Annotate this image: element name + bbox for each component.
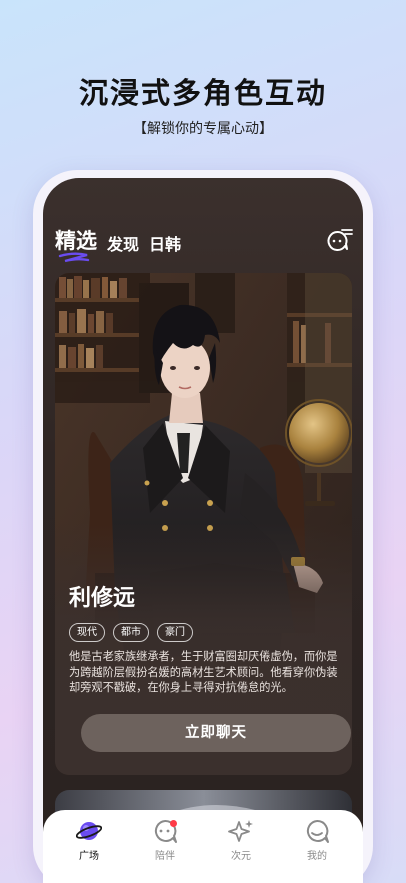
bottom-nav: 广场 陪伴 次元 我的 [43,810,363,883]
chat-list-icon[interactable] [325,226,353,252]
nav-label-companion: 陪伴 [155,851,175,862]
tag-item: 现代 [69,623,105,642]
planet-icon [76,822,102,840]
tab-jk[interactable]: 日韩 [149,231,181,255]
nav-label-mine: 我的 [307,851,327,862]
nav-companion[interactable]: 陪伴 [135,818,195,862]
active-tab-underline [58,252,90,263]
nav-dimension[interactable]: 次元 [211,818,271,862]
nav-label-square: 广场 [79,851,99,862]
nav-mine[interactable]: 我的 [287,818,347,862]
start-chat-button[interactable]: 立即聊天 [81,714,351,752]
tag-list: 现代 都市 豪门 [69,623,193,642]
unread-badge [170,820,177,827]
nav-label-dimension: 次元 [231,851,251,862]
sparkle-icon [228,820,253,842]
nav-square[interactable]: 广场 [59,818,119,862]
tab-featured[interactable]: 精选 [55,225,97,255]
top-bar: 精选 发现 日韩 [43,178,363,268]
tab-discover[interactable]: 发现 [107,231,139,255]
face-icon [306,819,329,843]
character-card[interactable]: 利修远 现代 都市 豪门 他是古老家族继承者，生于财富圈却厌倦虚伪，而你是为跨越… [55,273,352,775]
app-screen: 精选 发现 日韩 利修远 现代 都市 豪门 他是古老家族继承者，生于财富圈却厌倦… [43,178,363,883]
tag-item: 豪门 [157,623,193,642]
promo-headline: 沉浸式多角色互动 [78,76,327,110]
character-description: 他是古老家族继承者，生于财富圈却厌倦虚伪，而你是为跨越阶层假扮名媛的高材生艺术顾… [69,650,338,694]
tag-item: 都市 [113,623,149,642]
character-name: 利修远 [69,586,136,611]
promo-subline: 【解锁你的专属心动】 [133,121,273,137]
